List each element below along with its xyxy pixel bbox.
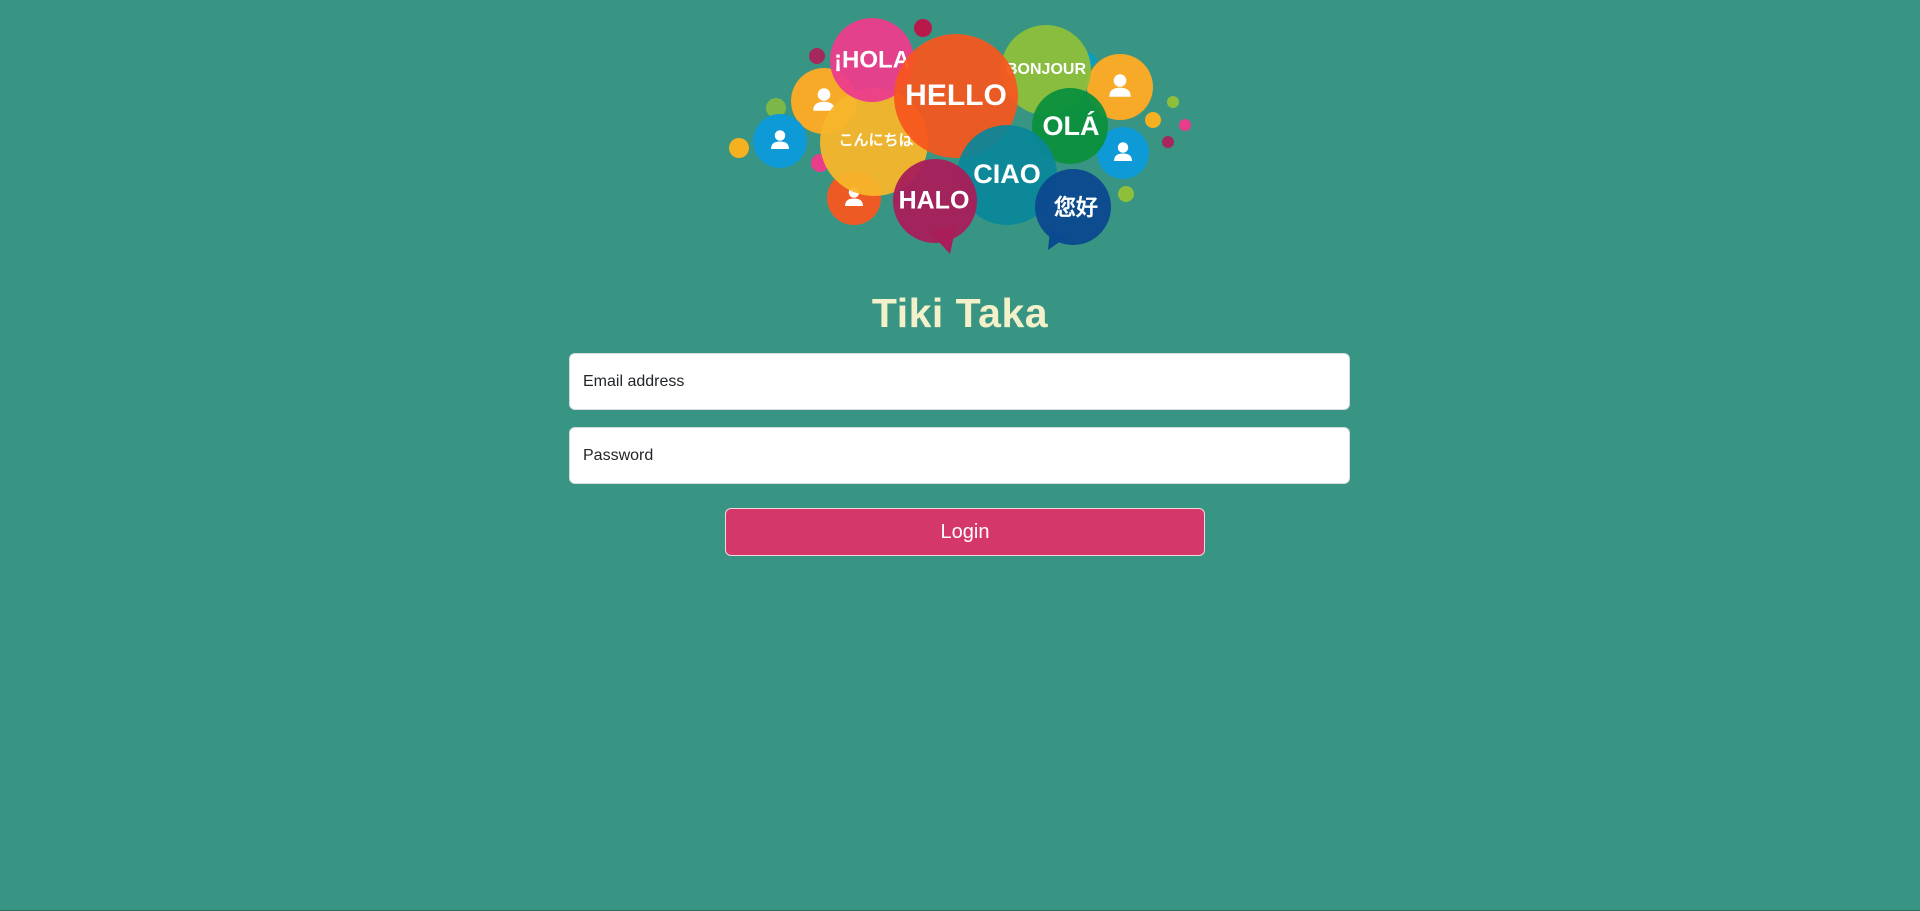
login-page: こんにちは ¡HOLA BONJOUR HELLO OLÁ CIAO HALO …: [0, 0, 1920, 911]
svg-text:こんにちは: こんにちは: [838, 132, 913, 149]
user-icon-bubble-2: [753, 114, 807, 168]
svg-text:¡HOLA: ¡HOLA: [834, 46, 910, 73]
login-button[interactable]: Login: [725, 508, 1205, 556]
language-bubbles-logo: こんにちは ¡HOLA BONJOUR HELLO OLÁ CIAO HALO …: [718, 8, 1198, 260]
greeting-bubble-nihao: 您好: [1035, 169, 1111, 250]
app-title: Tiki Taka: [871, 290, 1049, 336]
password-field[interactable]: [569, 427, 1350, 484]
svg-text:CIAO: CIAO: [973, 159, 1041, 189]
email-field[interactable]: [569, 353, 1350, 410]
svg-text:HALO: HALO: [899, 187, 970, 215]
svg-text:您好: 您好: [1054, 195, 1098, 220]
svg-text:BONJOUR: BONJOUR: [1006, 61, 1086, 78]
svg-text:OLÁ: OLÁ: [1043, 110, 1100, 141]
svg-text:HELLO: HELLO: [905, 79, 1007, 112]
greeting-bubble-halo: HALO: [893, 159, 977, 254]
